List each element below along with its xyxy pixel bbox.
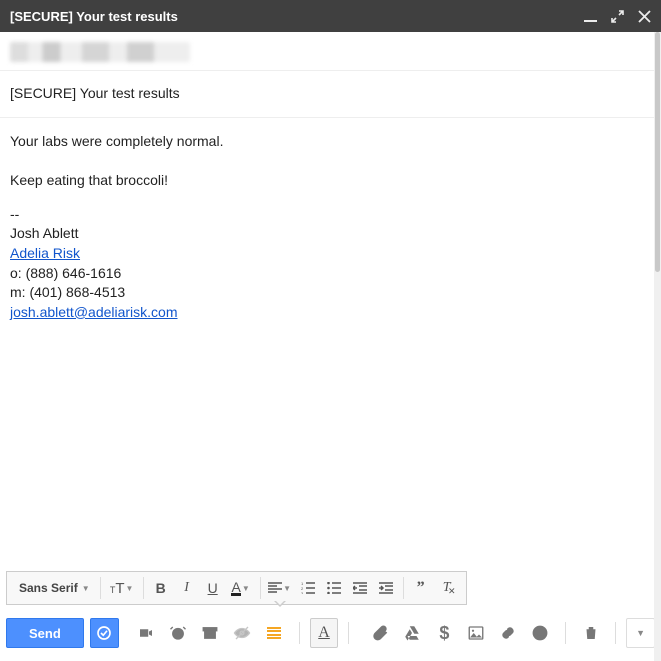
link-icon[interactable] (493, 618, 523, 648)
compose-bottom-bar: Send A $ (6, 613, 655, 653)
vertical-scrollbar[interactable] (654, 32, 661, 661)
italic-button[interactable]: I (174, 575, 200, 601)
chevron-down-icon: ▼ (242, 584, 250, 593)
body-line: Your labs were completely normal. (10, 132, 651, 152)
recipient-redacted (10, 42, 190, 62)
attachment-icon[interactable] (365, 618, 395, 648)
minimize-icon[interactable] (584, 10, 597, 23)
close-icon[interactable] (638, 10, 651, 23)
font-family-selector[interactable]: Sans Serif ▼ (13, 581, 96, 595)
text-color-button[interactable]: A ▼ (226, 575, 256, 601)
svg-text:3: 3 (301, 591, 304, 594)
drive-icon[interactable] (397, 618, 427, 648)
chevron-down-icon: ▼ (636, 628, 645, 638)
image-icon[interactable] (461, 618, 491, 648)
emoji-icon[interactable] (525, 618, 555, 648)
chevron-down-icon: ▼ (126, 584, 134, 593)
bulleted-list-button[interactable] (321, 575, 347, 601)
chevron-down-icon: ▼ (82, 584, 90, 593)
remove-formatting-button[interactable]: T✕ (434, 575, 460, 601)
trash-icon[interactable] (576, 618, 605, 648)
lines-icon[interactable] (259, 618, 289, 648)
signature-mobile-phone: m: (401) 868-4513 (10, 283, 651, 303)
formatting-toggle-button[interactable]: A (310, 618, 339, 648)
alarm-icon[interactable] (163, 618, 193, 648)
indent-less-button[interactable] (347, 575, 373, 601)
signature-office-phone: o: (888) 646-1616 (10, 264, 651, 284)
schedule-send-button[interactable] (90, 618, 119, 648)
scrollbar-thumb[interactable] (655, 32, 660, 272)
font-size-button[interactable]: TT ▼ (105, 575, 139, 601)
signature-email-link[interactable]: josh.ablett@adeliarisk.com (10, 304, 178, 320)
numbered-list-button[interactable]: 123 (295, 575, 321, 601)
more-options-button[interactable]: ▼ (626, 618, 655, 648)
signature-company-link[interactable]: Adelia Risk (10, 245, 80, 261)
compose-titlebar: [SECURE] Your test results (0, 0, 661, 32)
subject-text: [SECURE] Your test results (10, 85, 180, 101)
underline-button[interactable]: U (200, 575, 226, 601)
eye-hidden-icon[interactable] (227, 618, 257, 648)
expand-icon[interactable] (611, 10, 624, 23)
window-controls (584, 10, 651, 23)
chevron-down-icon: ▼ (283, 584, 291, 593)
window-title: [SECURE] Your test results (10, 9, 178, 24)
body-line: Keep eating that broccoli! (10, 171, 651, 191)
align-button[interactable]: ▼ (265, 575, 295, 601)
indent-more-button[interactable] (373, 575, 399, 601)
quote-button[interactable]: ” (408, 575, 434, 601)
formatting-toolbar: Sans Serif ▼ TT ▼ B I U A ▼ ▼ 123 (6, 571, 467, 605)
font-family-label: Sans Serif (19, 581, 78, 595)
dollar-icon[interactable]: $ (429, 618, 459, 648)
archive-icon[interactable] (195, 618, 225, 648)
recipients-field[interactable] (0, 32, 661, 71)
bold-button[interactable]: B (148, 575, 174, 601)
signature-dashes: -- (10, 205, 651, 225)
subject-field[interactable]: [SECURE] Your test results (0, 71, 661, 118)
video-icon[interactable] (131, 618, 161, 648)
signature-name: Josh Ablett (10, 224, 651, 244)
send-button[interactable]: Send (6, 618, 84, 648)
message-body[interactable]: Your labs were completely normal. Keep e… (0, 118, 661, 336)
